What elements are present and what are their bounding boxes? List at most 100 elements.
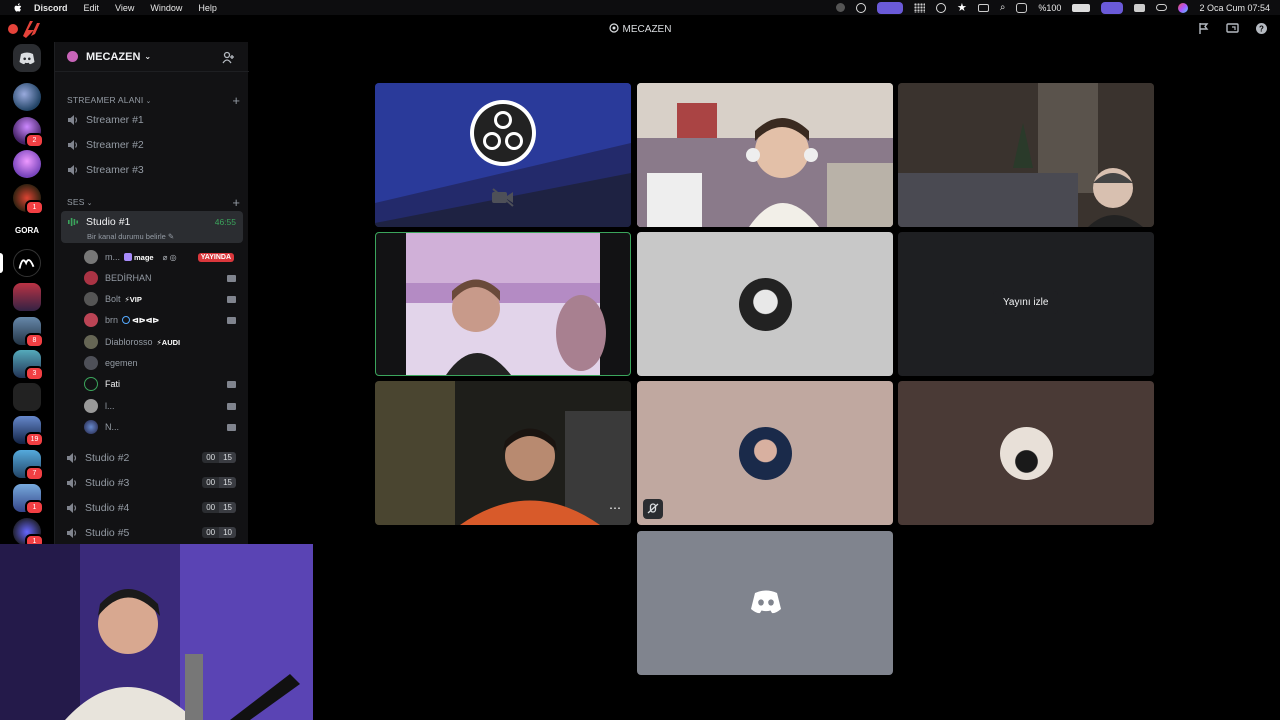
play-circle-icon[interactable] [935, 2, 946, 13]
user-avatar [1000, 427, 1053, 480]
server-icon-12[interactable]: 1 [13, 484, 44, 515]
voice-user[interactable]: Fati [84, 375, 242, 393]
server-icon-1[interactable] [13, 83, 41, 111]
menu-help[interactable]: Help [198, 3, 217, 13]
category-voice[interactable]: SES ⌄ [67, 197, 93, 207]
control-center-icon[interactable] [1016, 2, 1028, 13]
add-channel-button[interactable]: + [232, 196, 240, 209]
apple-icon[interactable] [12, 2, 24, 14]
flag-icon[interactable] [1197, 22, 1210, 35]
server-badge: 2 [25, 133, 44, 148]
star-icon[interactable]: ★ [957, 1, 967, 14]
user-tag: ⚡VIP [124, 294, 142, 304]
video-tile[interactable] [898, 83, 1154, 227]
menu-view[interactable]: View [115, 3, 134, 13]
screen-share-icon[interactable] [1226, 22, 1239, 35]
server-icon-4[interactable]: 1 [13, 184, 44, 215]
voice-user[interactable]: m... mage ⌀ ◎ YAYINDA [84, 248, 242, 266]
channel-label: Streamer #3 [86, 164, 144, 176]
video-tile-speaking[interactable] [375, 232, 631, 376]
menu-window[interactable]: Window [150, 3, 182, 13]
channel-streamer-3[interactable]: Streamer #3 [61, 159, 243, 181]
spotlight-search-icon[interactable]: ⌕ [1000, 2, 1006, 13]
channel-label: Studio #3 [85, 477, 130, 489]
video-tile-avatar[interactable] [898, 381, 1154, 525]
server-icon-6[interactable] [13, 283, 41, 311]
grid-dots-icon[interactable] [913, 2, 925, 13]
avatar [84, 356, 98, 370]
user-name: m... [105, 252, 120, 262]
channel-studio-5[interactable]: Studio #5 00 10 [60, 522, 242, 544]
user-name: Fati [105, 379, 121, 389]
add-channel-button[interactable]: + [232, 94, 240, 107]
user-limit: 00 15 [202, 452, 236, 463]
server-header[interactable]: MECAZEN ⌄ [55, 42, 249, 72]
user-name: egemen [105, 358, 138, 368]
category-streamer[interactable]: STREAMER ALANI ⌄ [67, 95, 152, 105]
notification-icon[interactable] [1134, 3, 1146, 12]
discord-icon [19, 52, 35, 65]
voice-user[interactable]: brn ᐊᐅᐊᐅ [84, 311, 242, 329]
channel-studio-4[interactable]: Studio #4 00 15 [60, 497, 242, 519]
add-member-icon[interactable] [222, 51, 235, 64]
stream-tile-hidden[interactable]: Yayını izle [898, 232, 1154, 376]
keyboard-icon[interactable] [977, 3, 989, 12]
voice-user[interactable]: Diablorosso ⚡AUDI [84, 333, 242, 351]
category-label: SES [67, 197, 85, 207]
camera-icon [227, 423, 236, 431]
voice-user[interactable]: egemen [84, 354, 242, 372]
channel-studio-3[interactable]: Studio #3 00 15 [60, 472, 242, 494]
server-gora[interactable]: GORA [13, 226, 41, 235]
menu-edit[interactable]: Edit [84, 3, 100, 13]
channel-status-input[interactable]: Bir kanal durumu belirle ✎ [87, 232, 174, 241]
server-badge: 1 [25, 500, 44, 515]
help-icon[interactable]: ? [1255, 22, 1268, 35]
record-dot-icon[interactable] [835, 3, 845, 12]
server-icon-11[interactable]: 7 [13, 450, 44, 481]
camera-icon [227, 316, 236, 324]
siri-icon[interactable] [1178, 2, 1189, 13]
server-icon-7[interactable]: 8 [13, 317, 44, 348]
stage-manager-pill-icon[interactable] [1101, 1, 1124, 14]
user-name: BEDİRHAN [105, 273, 152, 283]
obs-icon[interactable] [855, 2, 866, 13]
user-tag: mage [124, 253, 154, 262]
toggle-icon[interactable] [1156, 4, 1168, 11]
video-tile-avatar[interactable] [637, 232, 893, 376]
voice-user[interactable]: BEDİRHAN [84, 269, 242, 287]
stream-tile-obs[interactable] [375, 83, 631, 227]
video-feed [375, 381, 631, 525]
server-icon-9[interactable] [13, 383, 41, 411]
voice-user[interactable]: l... [84, 397, 242, 415]
video-tile[interactable] [637, 83, 893, 227]
server-icon-10[interactable]: 19 [13, 416, 44, 447]
more-options-button[interactable]: ⋯ [605, 502, 625, 519]
voice-video-grid: Yayını izle ⋯ [249, 42, 1280, 720]
watch-stream-button[interactable]: Yayını izle [993, 291, 1059, 314]
pencil-icon: ✎ [167, 232, 175, 241]
server-badge: 3 [25, 366, 44, 381]
server-icon-3[interactable] [13, 150, 41, 178]
battery-icon[interactable] [1072, 3, 1091, 12]
server-icon-13[interactable]: 1 [13, 518, 44, 549]
user-tag-text: mage [134, 252, 154, 262]
video-tile-avatar[interactable] [637, 531, 893, 675]
voice-user[interactable]: N... [84, 418, 242, 436]
menubar-clock[interactable]: 2 Oca Cum 07:54 [1199, 3, 1270, 13]
menu-discord[interactable]: Discord [34, 3, 68, 13]
server-icon-8[interactable]: 3 [13, 350, 44, 381]
channel-streamer-1[interactable]: Streamer #1 [61, 109, 243, 131]
voice-user[interactable]: Bolt ⚡VIP [84, 290, 242, 308]
user-limit-max: 15 [219, 452, 236, 463]
video-tile[interactable]: ⋯ [375, 381, 631, 525]
channel-streamer-2[interactable]: Streamer #2 [61, 134, 243, 156]
home-button[interactable] [13, 44, 41, 72]
screen-record-pill-icon[interactable] [876, 1, 903, 14]
channel-studio-2[interactable]: Studio #2 00 15 [60, 447, 242, 469]
avatar [84, 335, 98, 349]
video-tile-avatar[interactable] [637, 381, 893, 525]
server-icon-2[interactable]: 2 [13, 117, 44, 148]
video-feed [637, 83, 893, 227]
channel-studio-1[interactable]: Studio #1 46:55 Bir kanal durumu belirle… [61, 211, 243, 243]
server-mecazen[interactable] [13, 249, 41, 277]
